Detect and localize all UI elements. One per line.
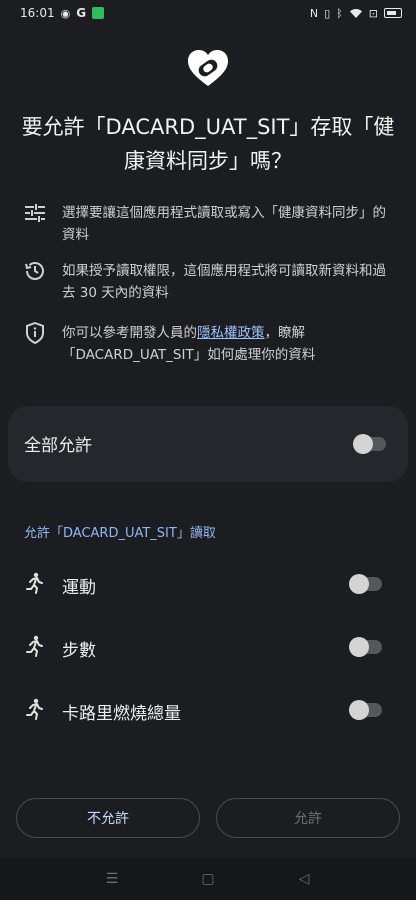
permission-label-calories: 卡路里燃燒總量 (62, 704, 181, 724)
permission-row-exercise[interactable]: 運動 (22, 564, 398, 604)
privacy-prefix: 你可以參考開發人員的 (62, 325, 197, 341)
permission-toggle-exercise[interactable] (349, 574, 382, 594)
read-section-header: 允許「DACARD_UAT_SIT」讀取 (24, 526, 216, 541)
permission-label-steps: 步數 (62, 641, 96, 661)
bluetooth-icon: ᛒ (336, 6, 343, 20)
toggle-knob (349, 700, 369, 720)
running-icon (26, 572, 43, 594)
info-row-read-write: 選擇要讓這個應用程式讀取或寫入「健康資料同步」的資料 (22, 202, 402, 246)
home-icon[interactable]: ▢ (199, 870, 217, 888)
messenger-icon: ◉ (60, 6, 71, 20)
app-notification-icon (92, 7, 105, 19)
dialog-title: 要允許「DACARD_UAT_SIT」存取「健康資料同步」嗎？ (21, 115, 395, 173)
info-text-read-write: 選擇要讓這個應用程式讀取或寫入「健康資料同步」的資料 (62, 205, 386, 243)
permission-row-calories[interactable]: 卡路里燃燒總量 (22, 690, 398, 730)
recents-menu-icon[interactable]: ☰ (103, 870, 121, 888)
allow-all-label: 全部允許 (24, 436, 92, 456)
running-icon (26, 635, 43, 657)
health-connect-logo-icon (188, 50, 228, 86)
status-right: N ▯ ᛒ ⊡ (310, 8, 402, 19)
navigation-bar: ☰ ▢ ◁ (0, 858, 416, 900)
sliders-icon (25, 204, 45, 222)
info-text-history: 如果授予讀取權限，這個應用程式將可讀取新資料和過去 30 天內的資料 (62, 263, 386, 301)
running-icon (26, 698, 43, 720)
info-text-privacy: 你可以參考開發人員的隱私權政策，瞭解「DACARD_UAT_SIT」如何處理你的… (62, 322, 392, 366)
permission-toggle-calories[interactable] (349, 700, 382, 720)
info-row-history: 如果授予讀取權限，這個應用程式將可讀取新資料和過去 30 天內的資料 (22, 260, 402, 304)
privacy-policy-link[interactable]: 隱私權政策 (197, 325, 265, 341)
info-row-privacy: 你可以參考開發人員的隱私權政策，瞭解「DACARD_UAT_SIT」如何處理你的… (22, 322, 402, 366)
vibrate-icon: ▯ (324, 6, 331, 20)
allow-all-card[interactable]: 全部允許 (8, 406, 408, 482)
deny-button[interactable]: 不允許 (16, 798, 200, 838)
battery-saver-icon: ⊡ (368, 6, 378, 20)
permission-toggle-steps[interactable] (349, 637, 382, 657)
shield-icon (26, 322, 44, 344)
google-icon: G (76, 6, 87, 20)
battery-icon (384, 8, 402, 18)
permission-row-steps[interactable]: 步數 (22, 627, 398, 667)
nfc-icon: N (309, 6, 319, 20)
status-time: 16:01 (20, 6, 55, 20)
history-icon (25, 262, 44, 280)
allow-button[interactable]: 允許 (216, 798, 400, 838)
back-icon[interactable]: ◁ (295, 870, 313, 888)
toggle-knob (353, 434, 373, 454)
status-bar: 16:01 ◉ G N ▯ ᛒ ⊡ (0, 0, 416, 26)
wifi-icon (349, 8, 362, 18)
toggle-knob (349, 574, 369, 594)
toggle-knob (349, 637, 369, 657)
allow-all-toggle[interactable] (353, 434, 386, 454)
status-left: 16:01 ◉ G (20, 6, 105, 20)
permission-label-exercise: 運動 (62, 578, 96, 598)
